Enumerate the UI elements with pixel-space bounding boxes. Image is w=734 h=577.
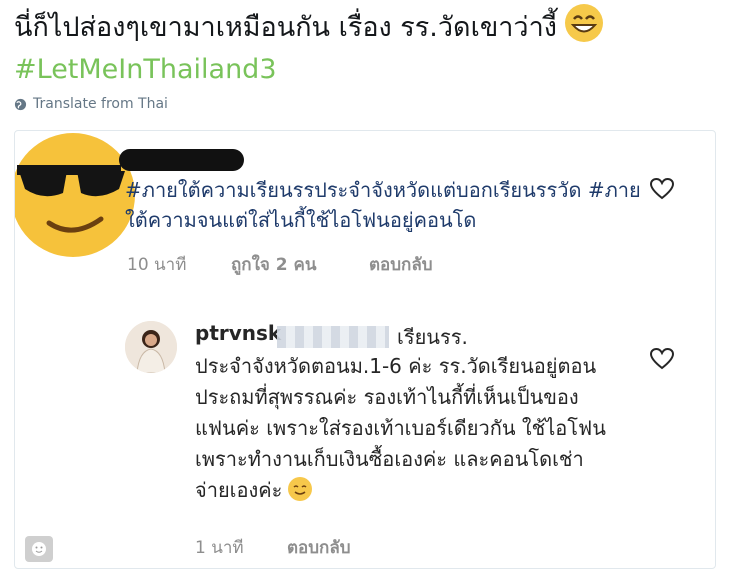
comment-2-username[interactable]: ptrvnsk — [195, 321, 281, 345]
emoji-picker-button[interactable] — [25, 536, 53, 562]
instagram-comments-screenshot: #ภายใต้ความเรียนรรประจำจังหวัดแต่บอกเรีย… — [14, 130, 716, 569]
comment-2-text: ประจำจังหวัดตอนม.1-6 ค่ะ รร.วัดเรียนอยู่… — [195, 354, 606, 502]
smiling-face-icon — [288, 477, 313, 501]
blurred-username — [277, 326, 389, 348]
comment-2-reply-button[interactable]: ตอบกลับ — [287, 534, 351, 561]
globe-icon — [14, 98, 27, 110]
comment-2-text-block: ประจำจังหวัดตอนม.1-6 ค่ะ รร.วัดเรียนอยู่… — [195, 351, 615, 506]
sunglasses-emoji-avatar — [15, 133, 135, 257]
heart-icon[interactable] — [649, 347, 675, 371]
comment-1-likes[interactable]: ถูกใจ 2 คน — [231, 251, 317, 278]
hashtag-link[interactable]: #LetMeInThailand3 — [14, 49, 724, 91]
translate-link[interactable]: Translate from Thai — [14, 96, 168, 112]
avatar[interactable] — [125, 321, 177, 373]
tweet-text: นี่ก็ไปส่องๆเขามาเหมือนกัน เรื่อง รร.วัด… — [14, 12, 557, 43]
translate-label: Translate from Thai — [33, 96, 168, 112]
smiley-icon — [32, 542, 46, 556]
comment-2-time: 1 นาที — [195, 538, 244, 558]
comment-1-reply-button[interactable]: ตอบกลับ — [369, 251, 433, 278]
heart-icon[interactable] — [649, 177, 675, 201]
redacted-username — [119, 149, 244, 171]
comment-1-time: 10 นาที — [127, 255, 187, 275]
comment-2-first-line: เรียนรร. — [397, 325, 468, 349]
tweet-text-block: นี่ก็ไปส่องๆเขามาเหมือนกัน เรื่อง รร.วัด… — [14, 4, 724, 91]
grinning-face-icon — [564, 4, 603, 42]
comment-1-text: #ภายใต้ความเรียนรรประจำจังหวัดแต่บอกเรีย… — [125, 178, 641, 232]
